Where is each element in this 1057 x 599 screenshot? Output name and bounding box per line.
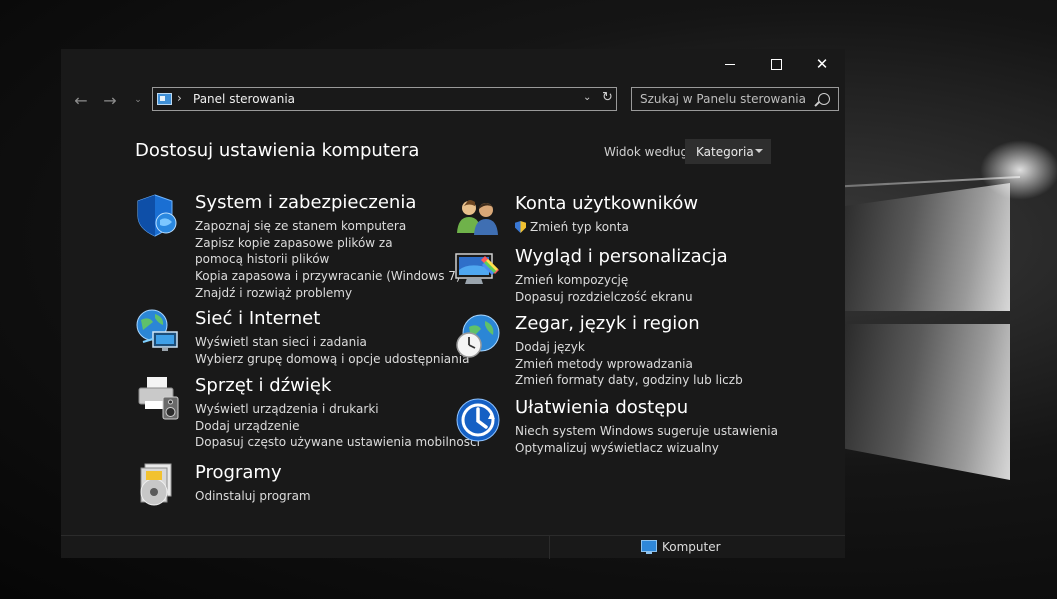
view-by-value: Kategoria <box>696 145 754 159</box>
wallpaper-pane-top <box>845 183 1010 311</box>
status-divider <box>549 536 550 559</box>
link-network-status[interactable]: Wyświetl stan sieci i zadania <box>195 334 469 351</box>
category-links: Wyświetl urządzenia i drukarki Dodaj urz… <box>195 401 480 451</box>
link-change-theme[interactable]: Zmień kompozycję <box>515 272 693 289</box>
link-input-methods[interactable]: Zmień metody wprowadzania <box>515 356 743 373</box>
category-links: Zapoznaj się ze stanem komputera Zapisz … <box>195 218 461 302</box>
close-icon: ✕ <box>815 55 829 73</box>
search-input[interactable]: Szukaj w Panelu sterowania <box>640 92 806 106</box>
printer-speaker-icon[interactable] <box>135 375 181 421</box>
maximize-button[interactable] <box>753 49 799 79</box>
category-title[interactable]: Wygląd i personalizacja <box>515 246 728 267</box>
link-change-account-type[interactable]: Zmień typ konta <box>515 219 629 236</box>
title-bar[interactable]: ✕ <box>61 49 845 79</box>
category-title[interactable]: Sprzęt i dźwięk <box>195 375 331 396</box>
category-links: Dodaj język Zmień metody wprowadzania Zm… <box>515 339 743 389</box>
link-change-account-type-label: Zmień typ konta <box>530 220 629 234</box>
control-panel-icon <box>157 93 172 105</box>
users-icon[interactable] <box>455 193 501 239</box>
refresh-icon[interactable]: ↻ <box>602 90 613 105</box>
search-box[interactable]: Szukaj w Panelu sterowania <box>631 87 839 111</box>
breadcrumb-separator-icon[interactable]: › <box>177 91 182 105</box>
link-date-time-formats[interactable]: Zmień formaty daty, godziny lub liczb <box>515 372 743 389</box>
view-by-label: Widok według: <box>604 145 693 159</box>
minimize-button[interactable] <box>707 49 753 79</box>
network-globe-icon[interactable] <box>135 308 181 354</box>
wallpaper-glow <box>980 140 1057 200</box>
link-backup-restore[interactable]: Kopia zapasowa i przywracanie (Windows 7… <box>195 268 461 285</box>
navigation-bar: ← → ⌄ › Panel sterowania ⌄ ↻ Szukaj w Pa… <box>61 87 845 115</box>
status-bar: Komputer <box>61 535 845 559</box>
category-links: Odinstaluj program <box>195 488 311 505</box>
back-arrow-icon: ← <box>74 90 88 110</box>
page-title: Dostosuj ustawienia komputera <box>135 140 420 161</box>
address-dropdown-icon[interactable]: ⌄ <box>583 92 591 103</box>
breadcrumb-control-panel[interactable]: Panel sterowania <box>193 92 295 106</box>
link-homegroup-sharing[interactable]: Wybierz grupę domową i opcje udostępnian… <box>195 351 469 368</box>
category-title[interactable]: Konta użytkowników <box>515 193 698 214</box>
security-shield-icon[interactable] <box>135 192 181 238</box>
chevron-down-icon: ⌄ <box>134 95 142 105</box>
view-by-dropdown[interactable]: Kategoria <box>685 139 771 164</box>
link-add-device[interactable]: Dodaj urządzenie <box>195 418 480 435</box>
status-computer-label: Komputer <box>662 540 721 554</box>
caret-down-icon <box>755 149 763 153</box>
address-bar[interactable]: › Panel sterowania ⌄ ↻ <box>152 87 617 111</box>
monitor-palette-icon[interactable] <box>455 246 501 292</box>
control-panel-window: ✕ ← → ⌄ › Panel sterowania ⌄ ↻ Szukaj w … <box>61 49 845 559</box>
link-screen-resolution[interactable]: Dopasuj rozdzielczość ekranu <box>515 289 693 306</box>
category-title[interactable]: Zegar, język i region <box>515 313 700 334</box>
link-file-history-backup[interactable]: Zapisz kopie zapasowe plików za pomocą h… <box>195 235 435 268</box>
link-optimize-display[interactable]: Optymalizuj wyświetlacz wizualny <box>515 440 778 457</box>
link-mobility-settings[interactable]: Dopasuj często używane ustawienia mobiln… <box>195 434 480 451</box>
category-links: Niech system Windows sugeruje ustawienia… <box>515 423 778 456</box>
wallpaper-pane-bottom <box>845 324 1010 480</box>
close-button[interactable]: ✕ <box>799 49 845 79</box>
minimize-icon <box>725 63 735 65</box>
link-devices-printers[interactable]: Wyświetl urządzenia i drukarki <box>195 401 480 418</box>
forward-button[interactable]: → <box>99 89 121 111</box>
link-check-computer-status[interactable]: Zapoznaj się ze stanem komputera <box>195 218 461 235</box>
uac-shield-icon <box>515 221 526 233</box>
category-title[interactable]: System i zabezpieczenia <box>195 192 416 213</box>
category-links: Zmień kompozycję Dopasuj rozdzielczość e… <box>515 272 693 305</box>
programs-disc-icon[interactable] <box>135 462 181 508</box>
maximize-icon <box>770 58 782 70</box>
category-title[interactable]: Programy <box>195 462 282 483</box>
accessibility-icon[interactable] <box>455 397 501 443</box>
link-add-language[interactable]: Dodaj język <box>515 339 743 356</box>
category-links: Zmień typ konta <box>515 219 629 236</box>
clock-globe-icon[interactable] <box>455 313 501 359</box>
link-troubleshoot[interactable]: Znajdź i rozwiąż problemy <box>195 285 461 302</box>
computer-icon <box>641 540 657 554</box>
category-title[interactable]: Sieć i Internet <box>195 308 320 329</box>
link-suggest-settings[interactable]: Niech system Windows sugeruje ustawienia <box>515 423 778 440</box>
link-uninstall-program[interactable]: Odinstaluj program <box>195 488 311 505</box>
forward-arrow-icon: → <box>103 90 117 110</box>
back-button[interactable]: ← <box>70 89 92 111</box>
category-links: Wyświetl stan sieci i zadania Wybierz gr… <box>195 334 469 367</box>
category-title[interactable]: Ułatwienia dostępu <box>515 397 688 418</box>
recent-locations-button[interactable]: ⌄ <box>127 89 149 111</box>
search-icon[interactable] <box>818 93 830 105</box>
